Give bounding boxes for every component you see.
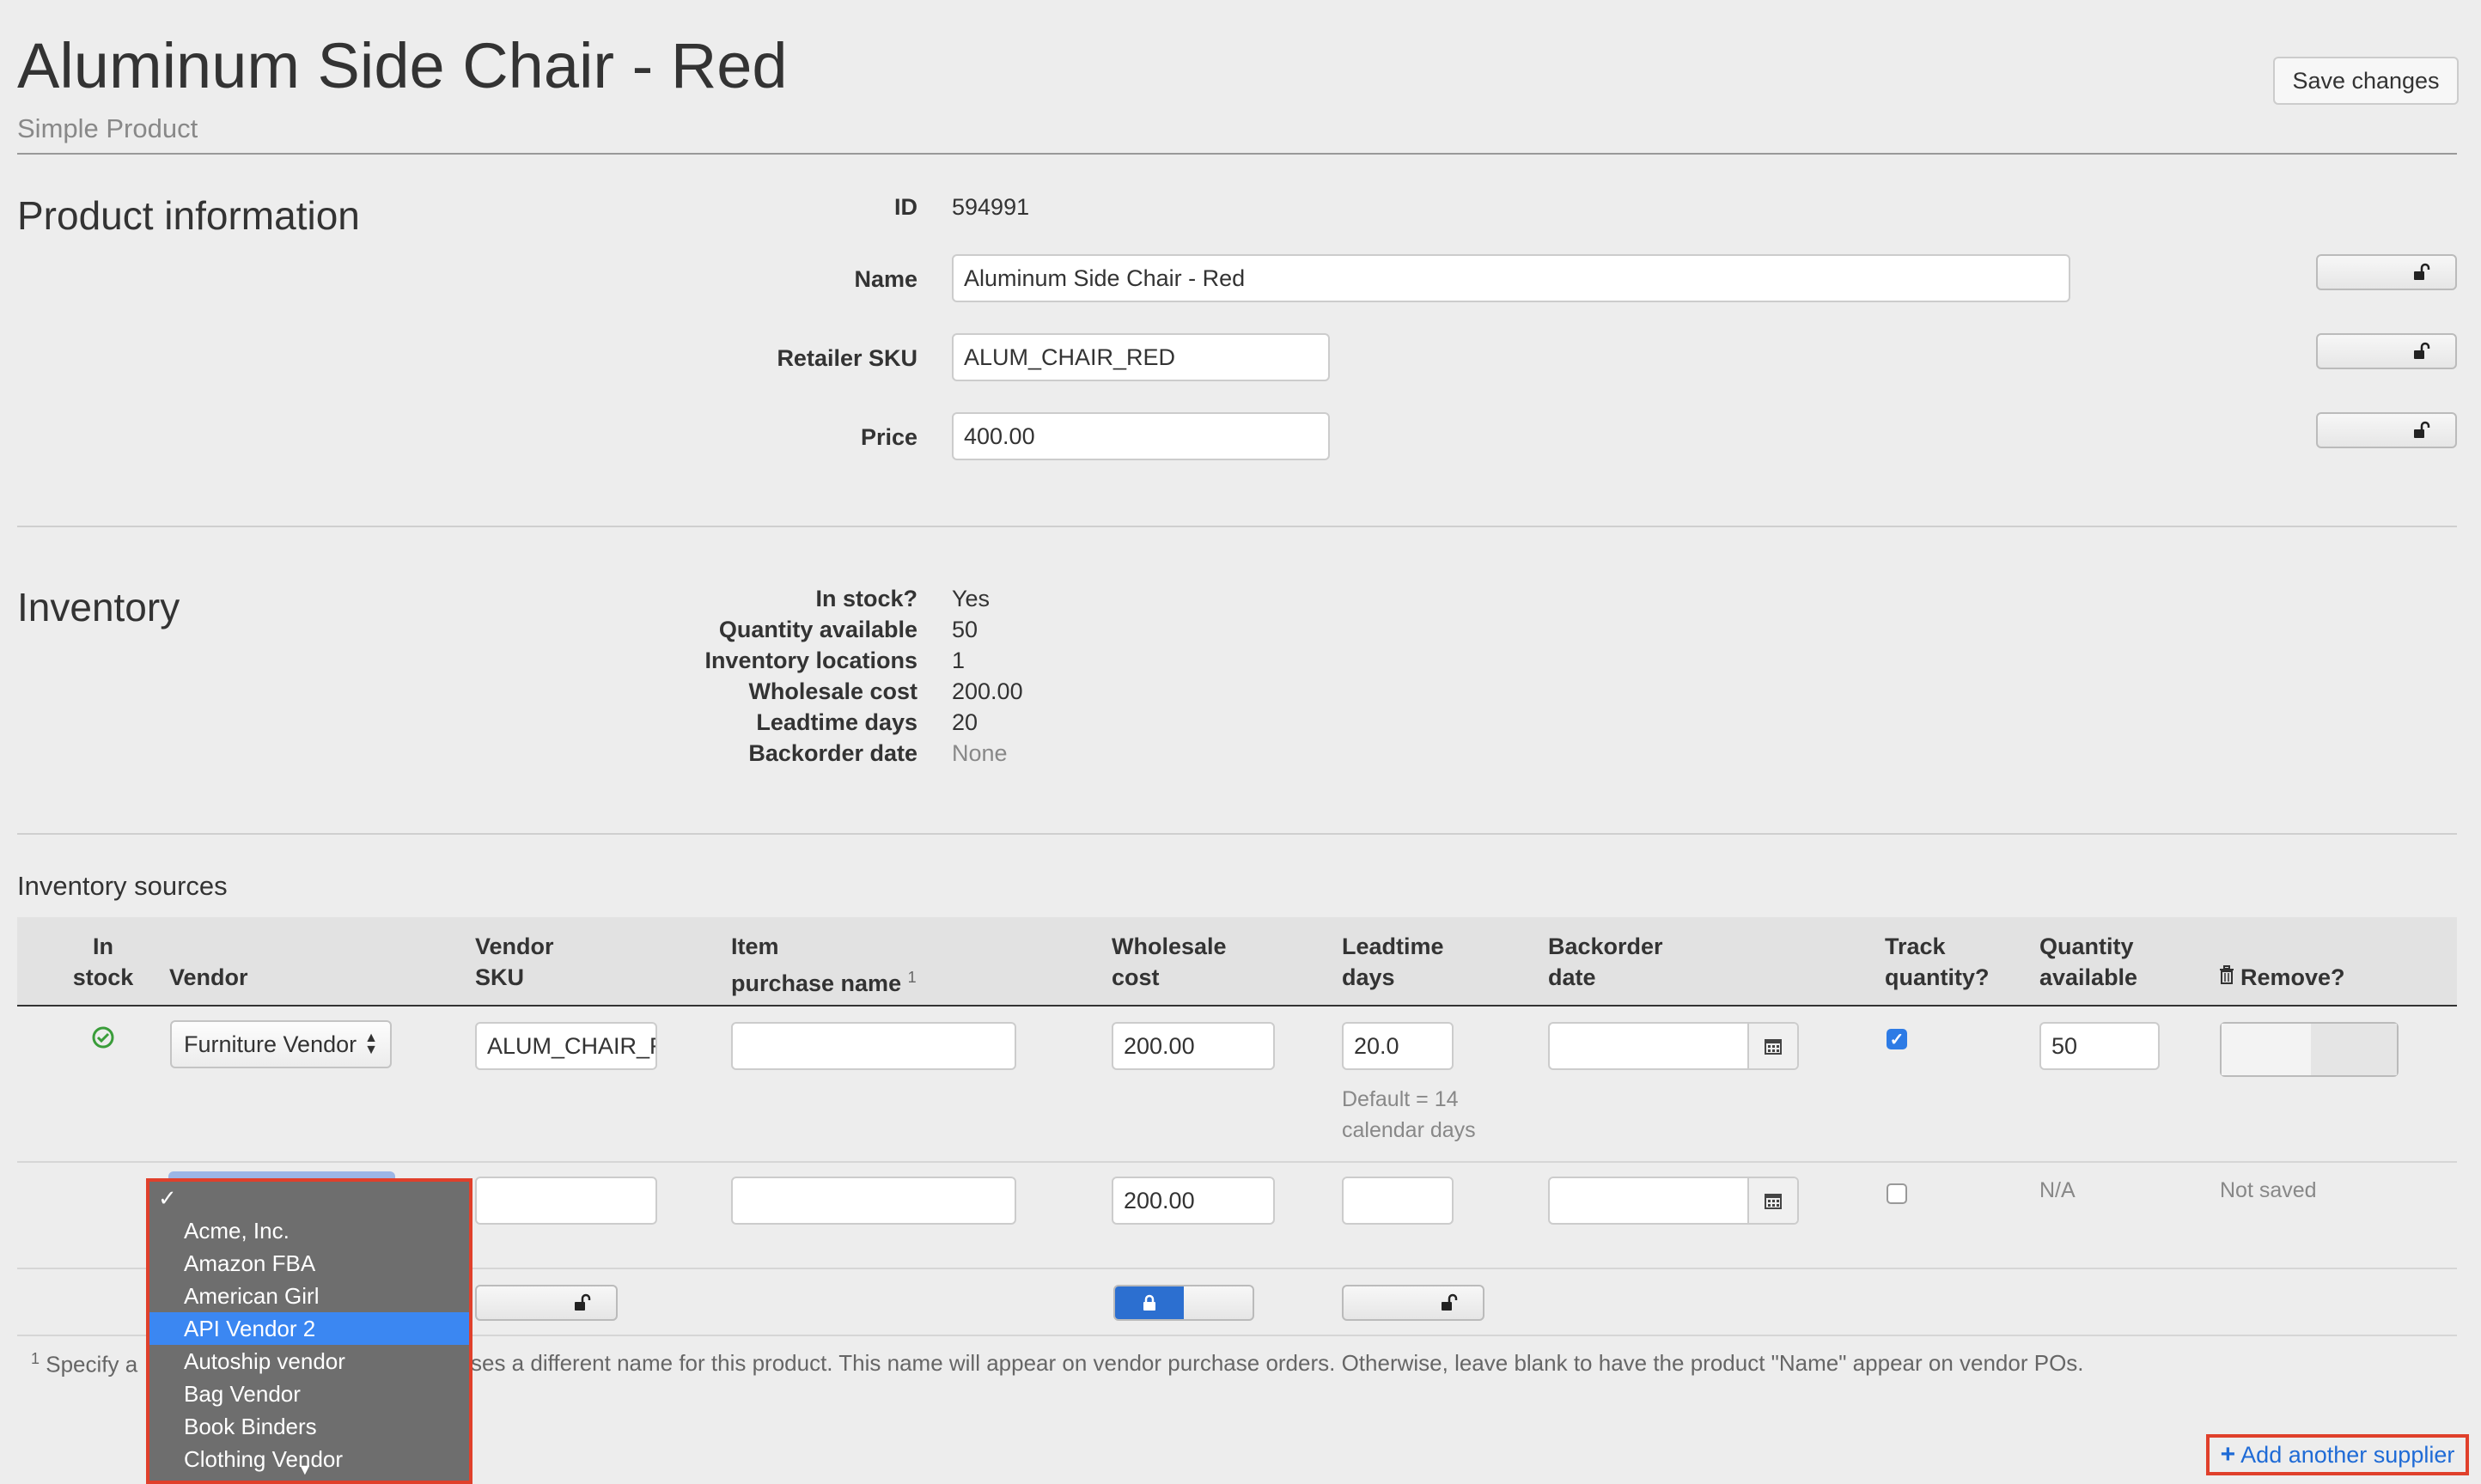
col-leadtime-days: Leadtime days bbox=[1342, 934, 1444, 990]
table-header-underline bbox=[17, 1005, 2457, 1007]
vendor-sku-lock-toggle[interactable] bbox=[475, 1285, 618, 1321]
save-changes-button[interactable]: Save changes bbox=[2273, 57, 2459, 105]
quantity-available-na: N/A bbox=[2039, 1178, 2076, 1202]
unlock-icon bbox=[547, 1286, 616, 1319]
remove-toggle[interactable] bbox=[2220, 1022, 2399, 1077]
leadtime-days-value: 20 bbox=[952, 709, 978, 735]
unlock-icon bbox=[1414, 1286, 1483, 1319]
section-divider bbox=[17, 526, 2457, 527]
col-quantity-available: Quantity available bbox=[2039, 934, 2138, 990]
leadtime-lock-toggle[interactable] bbox=[1342, 1285, 1484, 1321]
footnote-continued: ses a different name for this product. T… bbox=[471, 1350, 2084, 1376]
product-information-heading: Product information bbox=[17, 193, 360, 238]
leadtime-days-input-new[interactable] bbox=[1342, 1177, 1454, 1225]
leadtime-hint: Default = 14 calendar days bbox=[1342, 1087, 1476, 1142]
scroll-down-icon[interactable]: ▼ bbox=[297, 1461, 313, 1479]
wholesale-cost-label: Wholesale cost bbox=[748, 678, 917, 704]
price-input[interactable]: 400.00 bbox=[952, 412, 1330, 460]
backorder-date-value: None bbox=[952, 740, 1008, 766]
col-wholesale-cost: Wholesale cost bbox=[1112, 934, 1227, 990]
unlock-icon bbox=[2387, 414, 2455, 447]
dropdown-option[interactable]: Amazon FBA bbox=[149, 1247, 469, 1280]
vendor-select[interactable]: Furniture Vendor ▲ ▼ bbox=[170, 1020, 392, 1068]
vendor-sku-input[interactable]: ALUM_CHAIR_F bbox=[475, 1022, 657, 1070]
item-purchase-name-input-new[interactable] bbox=[731, 1177, 1016, 1225]
sku-lock-toggle[interactable] bbox=[2316, 333, 2457, 369]
col-in-stock: In stock bbox=[72, 934, 134, 990]
backorder-date-input[interactable] bbox=[1548, 1022, 1799, 1070]
wholesale-cost-input[interactable]: 200.00 bbox=[1112, 1022, 1275, 1070]
dropdown-option[interactable]: Autoship vendor bbox=[149, 1345, 469, 1378]
wholesale-cost-value: 200.00 bbox=[952, 678, 1023, 704]
name-lock-toggle[interactable] bbox=[2316, 254, 2457, 290]
inventory-heading: Inventory bbox=[17, 585, 180, 629]
col-track-quantity: Track quantity? bbox=[1885, 934, 1990, 990]
dropdown-option-selected[interactable]: API Vendor 2 bbox=[149, 1312, 469, 1345]
col-remove: Remove? bbox=[2218, 962, 2345, 993]
wholesale-cost-input-new[interactable]: 200.00 bbox=[1112, 1177, 1275, 1225]
quantity-available-input[interactable]: 50 bbox=[2039, 1022, 2160, 1070]
dropdown-option[interactable]: Bag Vendor bbox=[149, 1378, 469, 1410]
leadtime-days-label: Leadtime days bbox=[756, 709, 917, 735]
select-arrows-icon: ▲ ▼ bbox=[364, 1031, 378, 1057]
inventory-sources-heading: Inventory sources bbox=[17, 871, 228, 901]
plus-icon: + bbox=[2220, 1440, 2236, 1469]
inventory-locations-label: Inventory locations bbox=[704, 648, 917, 673]
price-label: Price bbox=[860, 424, 917, 450]
name-label: Name bbox=[854, 266, 917, 292]
price-lock-toggle[interactable] bbox=[2316, 412, 2457, 448]
lock-icon bbox=[1115, 1286, 1184, 1319]
id-label: ID bbox=[894, 194, 917, 220]
unlock-icon bbox=[2387, 335, 2455, 368]
section-divider bbox=[17, 833, 2457, 835]
name-input[interactable]: Aluminum Side Chair - Red bbox=[952, 254, 2070, 302]
retailer-sku-input[interactable]: ALUM_CHAIR_RED bbox=[952, 333, 1330, 381]
calendar-icon[interactable] bbox=[1747, 1178, 1797, 1223]
leadtime-days-input[interactable]: 20.0 bbox=[1342, 1022, 1454, 1070]
track-quantity-checkbox[interactable]: ✓ bbox=[1887, 1029, 1907, 1049]
col-backorder-date: Backorder date bbox=[1548, 934, 1663, 990]
dropdown-option[interactable]: Book Binders bbox=[149, 1410, 469, 1443]
backorder-date-label: Backorder date bbox=[748, 740, 917, 766]
in-stock-check-icon bbox=[91, 1025, 115, 1054]
page-title: Aluminum Side Chair - Red bbox=[17, 30, 788, 101]
track-quantity-checkbox-new[interactable] bbox=[1887, 1183, 1907, 1204]
page-subtitle: Simple Product bbox=[17, 113, 198, 143]
dropdown-option[interactable]: American Girl bbox=[149, 1280, 469, 1312]
inventory-locations-value: 1 bbox=[952, 648, 966, 673]
wholesale-cost-lock-toggle[interactable] bbox=[1113, 1285, 1254, 1321]
col-vendor-sku: Vendor SKU bbox=[475, 934, 554, 990]
quantity-available-value: 50 bbox=[952, 617, 978, 642]
in-stock-value: Yes bbox=[952, 586, 991, 611]
backorder-date-input-new[interactable] bbox=[1548, 1177, 1799, 1225]
in-stock-label: In stock? bbox=[815, 586, 917, 611]
dropdown-option[interactable]: Acme, Inc. bbox=[149, 1214, 469, 1247]
vendor-dropdown-menu[interactable]: ✓ Acme, Inc. Amazon FBA American Girl AP… bbox=[146, 1178, 472, 1484]
unlock-icon bbox=[2387, 256, 2455, 289]
id-value: 594991 bbox=[952, 194, 1030, 220]
item-purchase-name-input[interactable] bbox=[731, 1022, 1016, 1070]
footnote: 1 Specify a bbox=[31, 1350, 138, 1378]
retailer-sku-label: Retailer SKU bbox=[777, 345, 917, 371]
trash-icon bbox=[2218, 962, 2235, 993]
row-status: Not saved bbox=[2220, 1178, 2317, 1202]
header-divider bbox=[17, 153, 2457, 155]
add-supplier-link[interactable]: + Add another supplier bbox=[2206, 1434, 2469, 1475]
calendar-icon[interactable] bbox=[1747, 1024, 1797, 1068]
dropdown-blank-option[interactable]: ✓ bbox=[149, 1182, 469, 1214]
col-item-purchase-name: Item purchase name 1 bbox=[731, 934, 917, 996]
row-divider bbox=[17, 1161, 2457, 1163]
quantity-available-label: Quantity available bbox=[718, 617, 917, 642]
vendor-sku-input-new[interactable] bbox=[475, 1177, 657, 1225]
col-vendor: Vendor bbox=[169, 964, 248, 990]
